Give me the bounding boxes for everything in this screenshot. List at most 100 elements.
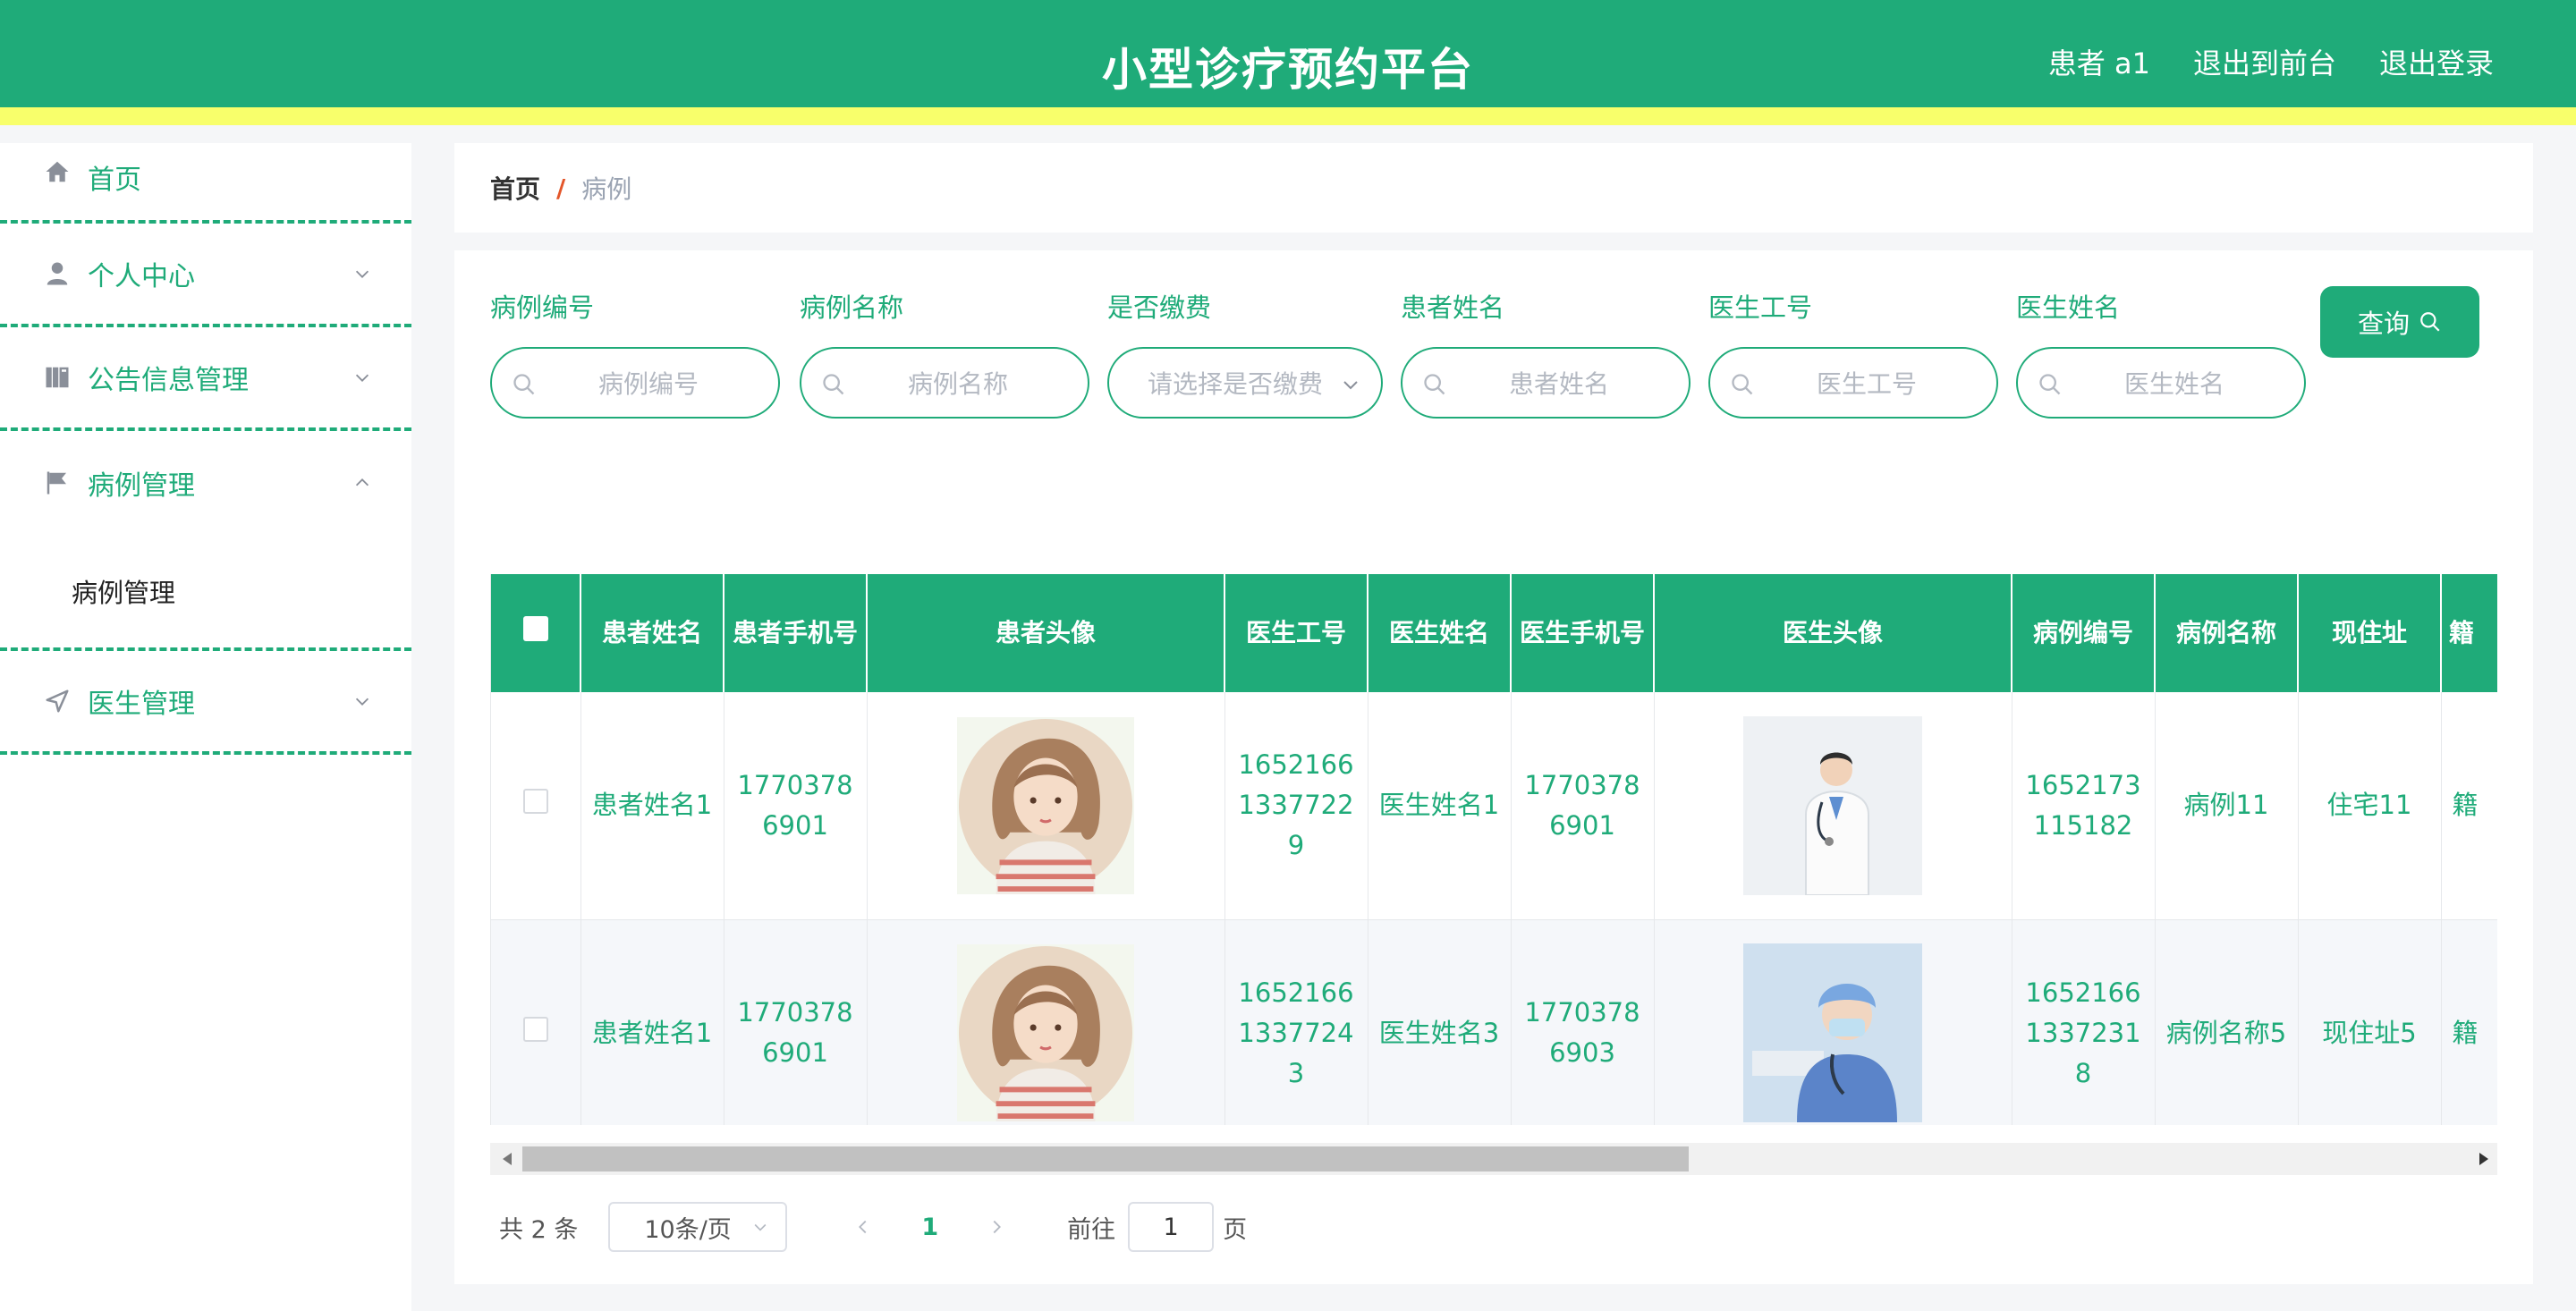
page-size-value: 10条/页	[644, 1215, 732, 1244]
column-header: 籍	[2441, 574, 2497, 692]
cell-patient-avatar	[867, 692, 1225, 920]
main-card: 病例编号 病例编号 病例名称 病例名称 是否缴费 请选择是否缴费 患者姓名 患者…	[454, 250, 2533, 1284]
breadcrumb: 首页 / 病例	[454, 143, 2533, 233]
query-button[interactable]: 查询	[2320, 286, 2479, 358]
filter-case-name: 病例名称 病例名称	[800, 286, 1089, 419]
table-row[interactable]: 患者姓名1 17703786901	[491, 919, 2497, 1125]
table-horizontal-scrollbar[interactable]	[490, 1143, 2497, 1175]
patient-avatar	[957, 944, 1134, 1121]
cell-patient-name: 患者姓名1	[580, 692, 724, 920]
sidebar-item-label: 首页	[88, 165, 141, 196]
paid-select[interactable]: 请选择是否缴费	[1107, 347, 1383, 419]
filter-label: 病例编号	[490, 292, 595, 323]
page-number-current[interactable]: 1	[921, 1214, 938, 1241]
search-icon	[2420, 312, 2440, 332]
page-size-select[interactable]: 10条/页	[608, 1202, 788, 1252]
chevron-down-icon	[355, 374, 369, 382]
chevron-down-icon	[1343, 381, 1358, 390]
cell-address: 现住址5	[2298, 919, 2442, 1125]
cell-case-name: 病例11	[2155, 692, 2299, 920]
sidebar-item-label: 个人中心	[88, 261, 195, 292]
column-header: 医生手机号	[1511, 574, 1655, 692]
case-table: 患者姓名 患者手机号 患者头像 医生工号 医生姓名 医生手机号 医生头像 病例编…	[490, 574, 2497, 1125]
logout-link[interactable]: 退出登录	[2379, 41, 2494, 82]
input-placeholder: 医生姓名	[2123, 369, 2224, 399]
column-header: 患者手机号	[724, 574, 868, 692]
sidebar-item-personal-center[interactable]: 个人中心	[0, 224, 411, 327]
sidebar: 首页 个人中心 公告信息管理 病例管理 病例管理 医生管理	[0, 143, 411, 1311]
goto-label: 前往	[1067, 1215, 1116, 1244]
header-nav: 患者 a1 退出到前台 退出登录	[2048, 41, 2494, 82]
column-header: 医生姓名	[1368, 574, 1512, 692]
table-header-row: 患者姓名 患者手机号 患者头像 医生工号 医生姓名 医生手机号 医生头像 病例编…	[491, 574, 2497, 692]
column-header: 患者头像	[867, 574, 1225, 692]
goto-page-input[interactable]: 1	[1128, 1202, 1215, 1252]
sidebar-item-label: 公告信息管理	[88, 365, 249, 396]
cell-case-no: 16521661337231 8	[2012, 919, 2156, 1125]
row-select-cell[interactable]	[491, 692, 581, 920]
column-header: 病例编号	[2012, 574, 2156, 692]
row-select-cell[interactable]	[491, 919, 581, 1125]
column-header: 现住址	[2298, 574, 2442, 692]
patient-name-input[interactable]: 患者姓名	[1401, 347, 1690, 419]
filter-label: 患者姓名	[1401, 292, 1505, 323]
input-placeholder: 病例名称	[907, 369, 1008, 399]
row-checkbox[interactable]	[522, 1016, 548, 1042]
search-icon	[1424, 374, 1445, 395]
page-suffix-label: 页	[1223, 1215, 1248, 1244]
scrollbar-thumb[interactable]	[522, 1146, 1689, 1171]
cell-patient-phone: 17703786901	[724, 919, 868, 1125]
filter-label: 医生姓名	[2016, 292, 2121, 323]
input-placeholder: 患者姓名	[1508, 369, 1609, 399]
column-header: 医生工号	[1224, 574, 1368, 692]
select-all-checkbox[interactable]	[522, 616, 548, 641]
chevron-right-icon	[993, 1220, 1002, 1234]
sidebar-item-case-management[interactable]: 病例管理	[0, 431, 411, 535]
cell-doctor-name: 医生姓名1	[1368, 692, 1512, 920]
cell-doctor-photo	[1654, 692, 2012, 920]
cell-doctor-no: 16521661337724 3	[1224, 919, 1368, 1125]
search-icon	[513, 374, 535, 395]
case-name-input[interactable]: 病例名称	[800, 347, 1089, 419]
sidebar-item-doctor-management[interactable]: 医生管理	[0, 651, 411, 755]
doctor-photo	[1743, 715, 1922, 896]
sidebar-item-home[interactable]: 首页	[0, 143, 411, 224]
next-page-button[interactable]	[981, 1212, 1012, 1242]
home-icon	[43, 157, 72, 186]
breadcrumb-current: 病例	[581, 174, 632, 204]
prev-page-button[interactable]	[848, 1212, 878, 1242]
row-checkbox[interactable]	[522, 789, 548, 815]
user-icon	[43, 259, 72, 288]
column-header: 病例名称	[2155, 574, 2299, 692]
scroll-left-arrow-icon[interactable]	[503, 1153, 512, 1165]
filter-label: 医生工号	[1708, 292, 1813, 323]
cell-case-name: 病例名称5	[2155, 919, 2299, 1125]
filter-doctor-no: 医生工号 医生工号	[1708, 286, 1998, 419]
select-placeholder: 请选择是否缴费	[1147, 369, 1323, 399]
book-icon	[43, 363, 72, 392]
flag-icon	[43, 469, 72, 497]
cell-case-no: 1652173115182	[2012, 692, 2156, 920]
filter-case-no: 病例编号 病例编号	[490, 286, 780, 419]
doctor-name-input[interactable]: 医生姓名	[2016, 347, 2306, 419]
case-no-input[interactable]: 病例编号	[490, 347, 780, 419]
select-all-cell[interactable]	[491, 574, 581, 692]
filter-doctor-name: 医生姓名 医生姓名	[2016, 286, 2306, 419]
doctor-no-input[interactable]: 医生工号	[1708, 347, 1998, 419]
sidebar-subitem-label: 病例管理	[72, 578, 176, 608]
filter-label: 病例名称	[800, 292, 904, 323]
current-user-link[interactable]: 患者 a1	[2048, 41, 2150, 82]
table-row[interactable]: 患者姓名1 17703786901	[491, 692, 2497, 920]
breadcrumb-home[interactable]: 首页	[490, 170, 540, 206]
top-header: 小型诊疗预约平台 患者 a1 退出到前台 退出登录	[0, 0, 2576, 125]
chevron-down-icon	[355, 270, 369, 278]
search-icon	[1732, 374, 1753, 395]
scroll-right-arrow-icon[interactable]	[2479, 1153, 2488, 1165]
pagination: 共 2 条 10条/页 1 前往 1 页	[499, 1202, 1247, 1252]
chevron-left-icon	[859, 1220, 867, 1234]
sidebar-item-notice-management[interactable]: 公告信息管理	[0, 327, 411, 431]
sidebar-subitem-case-management[interactable]: 病例管理	[0, 535, 411, 651]
chevron-down-icon	[355, 698, 369, 706]
back-to-front-link[interactable]: 退出到前台	[2193, 41, 2336, 82]
cell-doctor-no: 16521661337722 9	[1224, 692, 1368, 920]
